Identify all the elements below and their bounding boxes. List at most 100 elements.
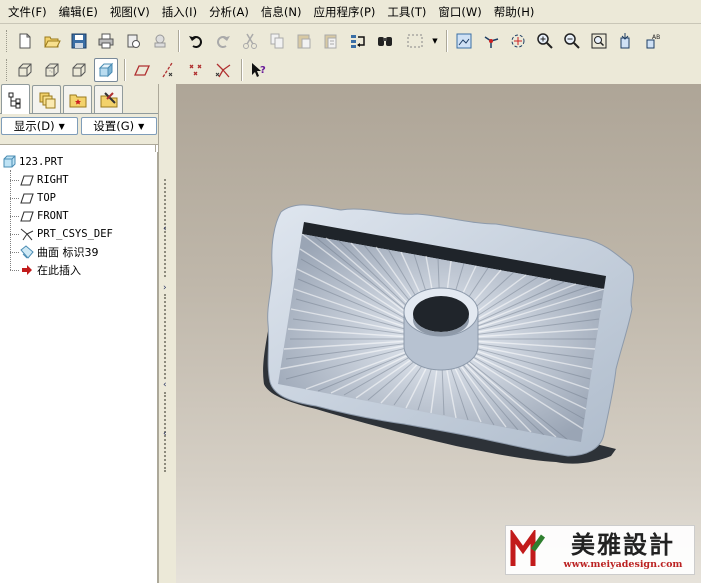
- datum-points-icon: [189, 64, 202, 76]
- redo-button[interactable]: [211, 29, 235, 53]
- datum-plane-icon: [19, 190, 35, 206]
- datum-planes-icon: [133, 65, 151, 76]
- menu-file[interactable]: 文件(F): [2, 2, 53, 22]
- tree-connector: [10, 180, 19, 181]
- reorient-icon: [620, 33, 630, 49]
- tree-item-csys[interactable]: PRT_CSYS_DEF: [19, 225, 113, 243]
- open-folder-icon: [44, 36, 61, 48]
- select-box-button[interactable]: [400, 29, 430, 53]
- proe-application-window: 文件(F) 编辑(E) 视图(V) 插入(I) 分析(A) 信息(N) 应用程序…: [0, 0, 701, 583]
- repaint-icon: [456, 33, 472, 49]
- menu-insert[interactable]: 插入(I): [156, 2, 203, 22]
- tree-item-label: FRONT: [37, 210, 69, 222]
- paste-special-icon: [324, 34, 337, 49]
- tree-item-surface[interactable]: 曲面 标识39: [19, 243, 99, 261]
- cut-button[interactable]: [238, 29, 262, 53]
- surface-icon: [19, 244, 35, 260]
- model-tree-icon: [8, 92, 20, 108]
- model-tree-tab[interactable]: [1, 84, 30, 114]
- spin-center-icon: [484, 36, 499, 48]
- save-button[interactable]: [67, 29, 91, 53]
- repaint-button[interactable]: [452, 29, 476, 53]
- splitter-grip: [164, 294, 172, 379]
- menu-window[interactable]: 窗口(W): [432, 2, 487, 22]
- tree-item-front[interactable]: FRONT: [19, 207, 69, 225]
- tree-connector: [10, 198, 19, 199]
- wireframe-button[interactable]: [13, 58, 37, 82]
- print-icon: [98, 33, 114, 49]
- refit-button[interactable]: [587, 29, 611, 53]
- select-box-dropdown[interactable]: ▼: [430, 29, 440, 53]
- orient-button[interactable]: [506, 29, 530, 53]
- tree-item-top[interactable]: TOP: [19, 189, 56, 207]
- undo-button[interactable]: [184, 29, 208, 53]
- datum-axes-button[interactable]: [157, 58, 181, 82]
- toolbar-separator: [124, 59, 125, 81]
- toolbar-grip[interactable]: [6, 59, 9, 81]
- paste-special-button[interactable]: [319, 29, 343, 53]
- zoom-in-button[interactable]: [533, 29, 557, 53]
- context-help-button[interactable]: ?: [247, 58, 271, 82]
- saved-views-button[interactable]: AB: [641, 29, 665, 53]
- new-file-button[interactable]: [13, 29, 37, 53]
- find-button[interactable]: [373, 29, 397, 53]
- menu-edit[interactable]: 编辑(E): [53, 2, 104, 22]
- coordinate-systems-button[interactable]: [211, 58, 235, 82]
- open-button[interactable]: [40, 29, 64, 53]
- regenerate-button[interactable]: [346, 29, 370, 53]
- context-help-icon: ?: [252, 63, 266, 77]
- chevron-left-icon: ‹: [163, 380, 167, 390]
- close-window-button[interactable]: [121, 29, 145, 53]
- menu-view[interactable]: 视图(V): [104, 2, 156, 22]
- navigator-dropdown-row: 显示(D) ▼ 设置(G) ▼: [0, 114, 158, 136]
- shading-button[interactable]: [94, 58, 118, 82]
- brand-logo-icon: [506, 527, 552, 573]
- settings-dropdown[interactable]: 设置(G) ▼: [80, 117, 157, 135]
- tools-tab[interactable]: [94, 85, 123, 113]
- toolbar-separator: [241, 59, 242, 81]
- no-hidden-button[interactable]: [67, 58, 91, 82]
- layers-tab[interactable]: [32, 85, 61, 113]
- tree-item-insert-here[interactable]: 在此插入: [19, 261, 81, 279]
- erase-icon: [154, 34, 166, 48]
- coordinate-systems-icon: [215, 63, 231, 78]
- reorient-button[interactable]: [614, 29, 638, 53]
- menu-applications[interactable]: 应用程序(P): [307, 2, 381, 22]
- datum-points-button[interactable]: [184, 58, 208, 82]
- hidden-line-button[interactable]: [40, 58, 64, 82]
- datum-planes-button[interactable]: [130, 58, 154, 82]
- select-box-icon: [407, 34, 423, 48]
- svg-text:?: ?: [260, 65, 266, 76]
- toolbar-separator: [446, 30, 447, 52]
- print-button[interactable]: [94, 29, 118, 53]
- tree-item-label: TOP: [37, 192, 56, 204]
- tree-connector: [10, 252, 19, 253]
- close-window-icon: [127, 34, 140, 48]
- spin-center-button[interactable]: [479, 29, 503, 53]
- chevron-down-icon: ▼: [432, 37, 438, 45]
- erase-button[interactable]: [148, 29, 172, 53]
- menu-info[interactable]: 信息(N): [255, 2, 308, 22]
- menu-tools[interactable]: 工具(T): [381, 2, 432, 22]
- datum-plane-icon: [19, 172, 35, 188]
- tree-item-label: PRT_CSYS_DEF: [37, 228, 113, 240]
- favorites-tab[interactable]: [63, 85, 92, 113]
- tree-root-part[interactable]: 123.PRT: [1, 153, 63, 171]
- copy-button[interactable]: [265, 29, 289, 53]
- graphics-viewport[interactable]: 美雅設計 www.meiyadesign.com: [176, 84, 701, 583]
- no-hidden-icon: [72, 63, 86, 77]
- menu-help[interactable]: 帮助(H): [488, 2, 541, 22]
- show-dropdown[interactable]: 显示(D) ▼: [1, 117, 78, 135]
- tree-connector: [10, 234, 19, 235]
- paste-button[interactable]: [292, 29, 316, 53]
- tree-item-right[interactable]: RIGHT: [19, 171, 69, 189]
- menu-analysis[interactable]: 分析(A): [203, 2, 255, 22]
- orient-icon: [511, 34, 525, 48]
- panel-splitter[interactable]: › ‹ ‹ ‹: [158, 84, 176, 583]
- tree-connector: [10, 170, 11, 270]
- toolbar-grip[interactable]: [6, 30, 9, 52]
- model-render: [263, 204, 635, 464]
- zoom-out-button[interactable]: [560, 29, 584, 53]
- layers-icon: [39, 92, 55, 108]
- tree-item-label: 曲面 标识39: [37, 246, 99, 259]
